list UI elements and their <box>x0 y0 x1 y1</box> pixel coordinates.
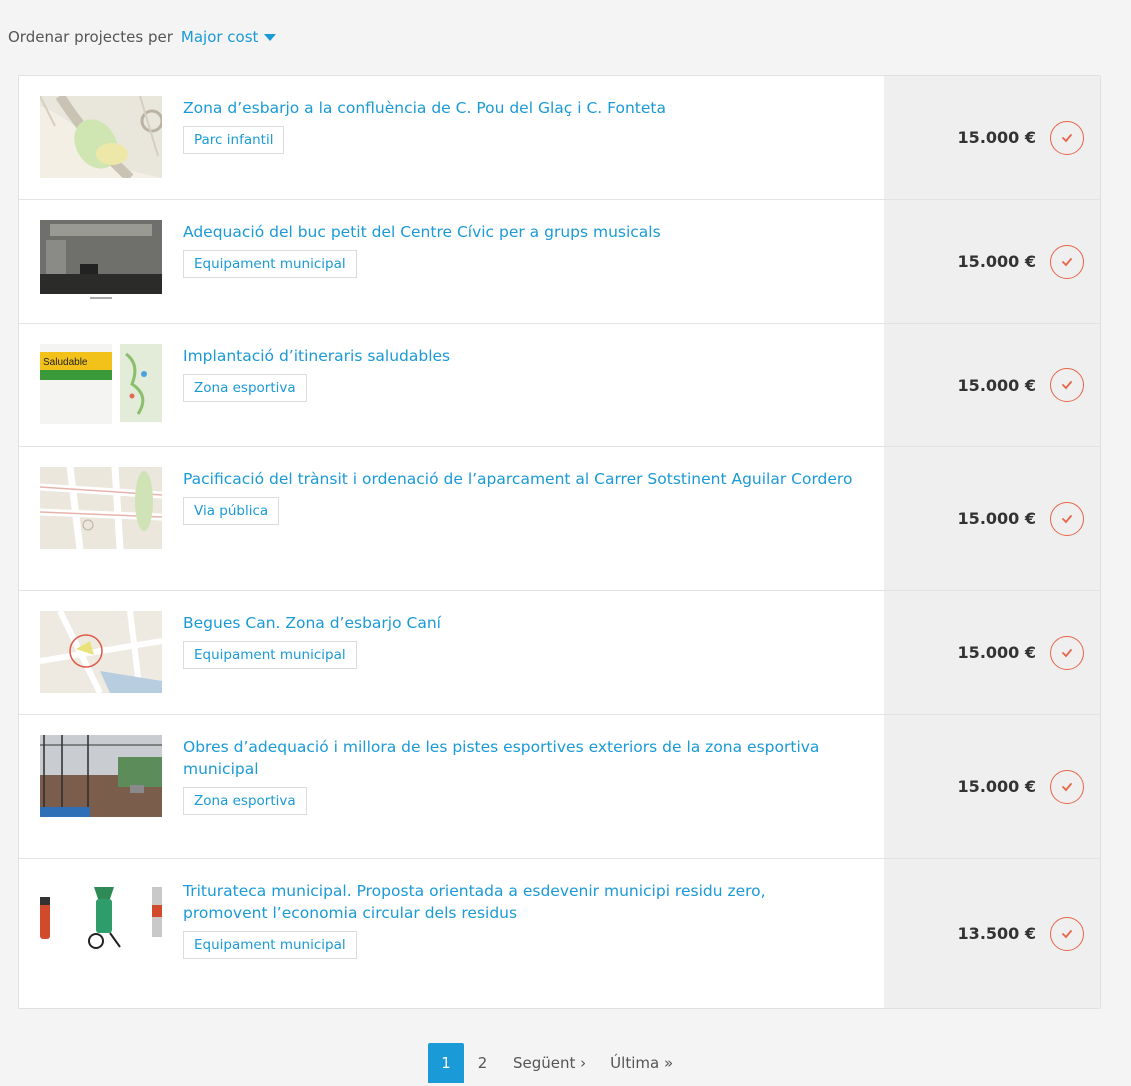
project-title[interactable]: Zona d’esbarjo a la confluència de C. Po… <box>183 97 666 119</box>
project-cost: 15.000 € <box>957 777 1036 796</box>
project-row: Obres d’adequació i millora de les piste… <box>19 715 1100 859</box>
project-cost: 15.000 € <box>957 252 1036 271</box>
street-map-thumbnail[interactable] <box>40 467 162 549</box>
last-page-link[interactable]: Última » <box>598 1043 685 1083</box>
select-project-button[interactable] <box>1050 916 1084 951</box>
healthy-route-sign-thumbnail[interactable]: Saludable <box>40 344 162 426</box>
empty-room-photo-thumbnail[interactable] <box>40 220 162 302</box>
project-row: Pacificació del trànsit i ordenació de l… <box>19 447 1100 591</box>
page-1-button[interactable]: 1 <box>428 1043 464 1083</box>
pagination: 1 2 Següent › Última » <box>428 1043 685 1083</box>
project-cost: 13.500 € <box>957 924 1036 943</box>
project-list: Zona d’esbarjo a la confluència de C. Po… <box>18 75 1101 1009</box>
page-2-button[interactable]: 2 <box>464 1043 501 1083</box>
caret-down-icon[interactable] <box>264 34 277 41</box>
checkmark-icon <box>1062 514 1072 523</box>
select-project-button[interactable] <box>1050 501 1084 536</box>
project-cost: 15.000 € <box>957 643 1036 662</box>
checkmark-icon <box>1062 133 1072 142</box>
project-title[interactable]: Obres d’adequació i millora de les piste… <box>183 736 853 780</box>
category-tag[interactable]: Via pública <box>183 497 280 525</box>
sort-label: Ordenar projectes per <box>8 28 173 46</box>
select-project-button[interactable] <box>1050 368 1084 402</box>
category-tag[interactable]: Equipament municipal <box>183 641 357 669</box>
project-cost: 15.000 € <box>957 128 1036 147</box>
project-title[interactable]: Pacificació del trànsit i ordenació de l… <box>183 468 852 490</box>
checkmark-icon <box>1062 782 1072 791</box>
select-project-button[interactable] <box>1050 244 1084 279</box>
category-tag[interactable]: Equipament municipal <box>183 250 357 278</box>
project-title[interactable]: Begues Can. Zona d’esbarjo Caní <box>183 612 441 634</box>
project-title[interactable]: Adequació del buc petit del Centre Cívic… <box>183 221 661 243</box>
sort-value[interactable]: Major cost <box>181 28 259 46</box>
select-project-button[interactable] <box>1050 635 1084 670</box>
project-row: Saludable Implantació d’itineraris salud… <box>19 324 1100 447</box>
checkmark-icon <box>1062 257 1072 266</box>
project-cost: 15.000 € <box>957 509 1036 528</box>
project-title[interactable]: Implantació d’itineraris saludables <box>183 345 450 367</box>
checkmark-icon <box>1062 929 1072 938</box>
garden-shredders-thumbnail[interactable] <box>40 879 162 961</box>
category-tag[interactable]: Equipament municipal <box>183 931 357 959</box>
category-tag[interactable]: Parc infantil <box>183 126 285 154</box>
checkmark-icon <box>1062 648 1072 657</box>
select-project-button[interactable] <box>1050 120 1084 155</box>
map-playground-thumbnail[interactable] <box>40 96 162 178</box>
category-tag[interactable]: Zona esportiva <box>183 787 307 815</box>
project-title[interactable]: Triturateca municipal. Proposta orientad… <box>183 880 853 924</box>
next-page-link[interactable]: Següent › <box>501 1043 598 1083</box>
dog-area-map-thumbnail[interactable] <box>40 611 162 693</box>
project-row: Triturateca municipal. Proposta orientad… <box>19 859 1100 1008</box>
category-tag[interactable]: Zona esportiva <box>183 374 307 402</box>
project-row: Adequació del buc petit del Centre Cívic… <box>19 200 1100 324</box>
sort-bar: Ordenar projectes per Major cost <box>8 28 277 46</box>
select-project-button[interactable] <box>1050 769 1084 804</box>
checkmark-icon <box>1062 381 1072 390</box>
project-cost: 15.000 € <box>957 375 1036 395</box>
sort-dropdown[interactable]: Major cost <box>181 28 277 46</box>
sports-court-photo-thumbnail[interactable] <box>40 735 162 817</box>
project-row: Begues Can. Zona d’esbarjo Caní Equipame… <box>19 591 1100 715</box>
project-row: Zona d’esbarjo a la confluència de C. Po… <box>19 76 1100 200</box>
healthy-route-sign-text: Saludable <box>43 357 88 368</box>
